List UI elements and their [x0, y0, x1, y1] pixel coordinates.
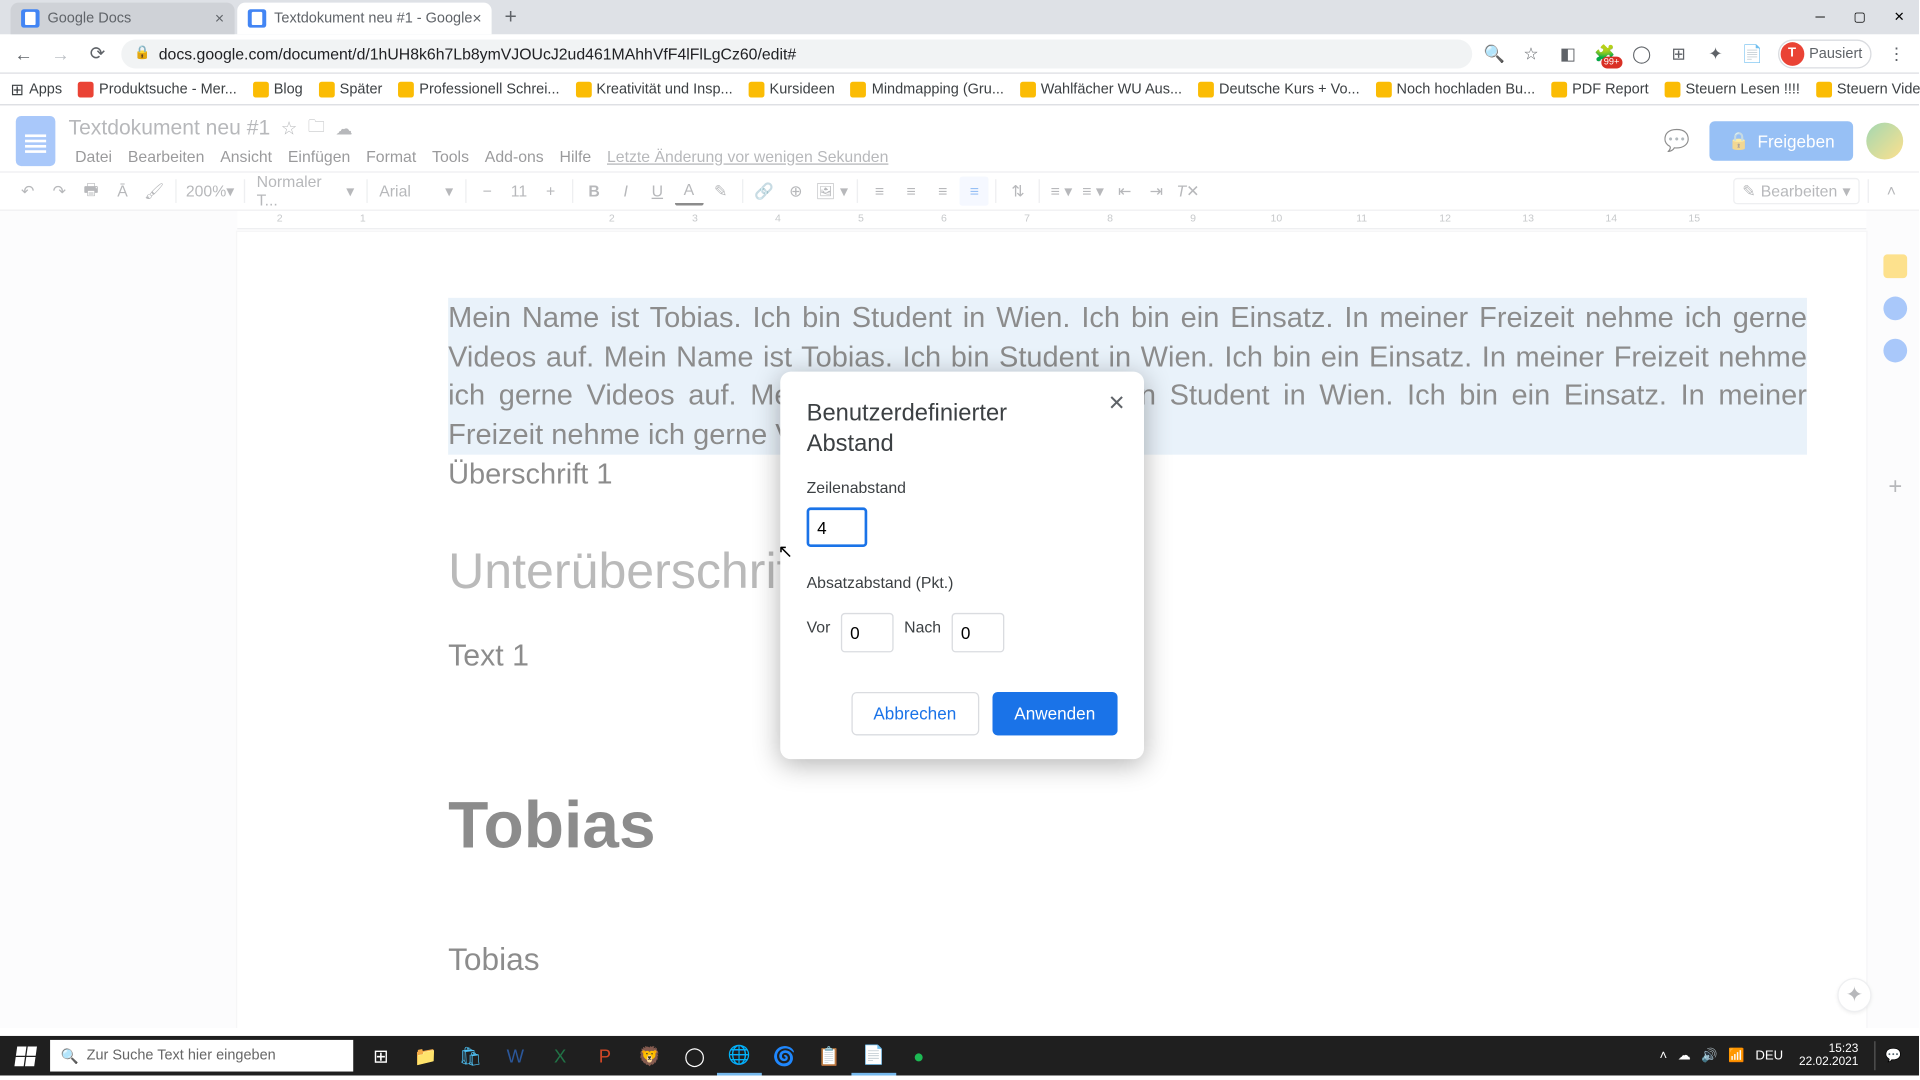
- action-center-icon[interactable]: 💬: [1874, 1041, 1911, 1070]
- bookmark-item[interactable]: Produktsuche - Mer...: [78, 81, 237, 97]
- address-bar: ← → ⟳ 🔒 docs.google.com/document/d/1hUH8…: [0, 34, 1919, 74]
- bookmark-item[interactable]: Später: [319, 81, 383, 97]
- word-icon[interactable]: W: [493, 1036, 538, 1076]
- bookmark-item[interactable]: Deutsche Kurs + Vo...: [1198, 81, 1360, 97]
- forward-button[interactable]: →: [47, 40, 73, 66]
- bookmark-item[interactable]: Mindmapping (Gru...: [851, 81, 1004, 97]
- browser-tabstrip: Google Docs × Textdokument neu #1 - Goog…: [0, 0, 1919, 34]
- after-label: Nach: [904, 618, 941, 636]
- close-icon[interactable]: ×: [215, 9, 224, 27]
- extensions-menu-icon[interactable]: ✦: [1704, 42, 1728, 66]
- spacing-before-input[interactable]: [841, 613, 894, 653]
- close-window-button[interactable]: ✕: [1879, 0, 1919, 34]
- zoom-indicator-icon[interactable]: 🔍: [1482, 42, 1506, 66]
- apply-button[interactable]: Anwenden: [992, 692, 1118, 735]
- lock-icon: 🔒: [134, 46, 150, 60]
- tab-title: Textdokument neu #1 - Google: [274, 11, 472, 27]
- paragraph-spacing-label: Absatzabstand (Pkt.): [807, 573, 1118, 591]
- cancel-button[interactable]: Abbrechen: [851, 692, 979, 735]
- app-icon[interactable]: 🛍: [448, 1036, 493, 1076]
- bookmark-item[interactable]: Kreativität und Insp...: [575, 81, 732, 97]
- bookmark-item[interactable]: Blog: [253, 81, 303, 97]
- new-tab-button[interactable]: +: [495, 3, 527, 35]
- search-placeholder: Zur Suche Text hier eingeben: [87, 1048, 276, 1064]
- star-icon[interactable]: ☆: [1519, 42, 1543, 66]
- url-input[interactable]: 🔒 docs.google.com/document/d/1hUH8k6h7Lb…: [121, 39, 1471, 68]
- excel-icon[interactable]: X: [538, 1036, 583, 1076]
- task-view-icon[interactable]: ⊞: [358, 1036, 403, 1076]
- language-indicator[interactable]: DEU: [1755, 1048, 1783, 1062]
- profile-status: Pausiert: [1809, 45, 1862, 61]
- app-icon[interactable]: 📋: [807, 1036, 852, 1076]
- window-controls: ─ ▢ ✕: [1800, 0, 1919, 34]
- line-spacing-label: Zeilenabstand: [807, 478, 1118, 496]
- bookmark-item[interactable]: Steuern Lesen !!!!: [1664, 81, 1800, 97]
- extension-icon[interactable]: 🧩99+: [1593, 42, 1617, 66]
- edge-icon[interactable]: 🌀: [762, 1036, 807, 1076]
- clock[interactable]: 15:23 22.02.2021: [1794, 1043, 1864, 1069]
- back-button[interactable]: ←: [11, 40, 37, 66]
- powerpoint-icon[interactable]: P: [583, 1036, 628, 1076]
- taskbar-search[interactable]: 🔍 Zur Suche Text hier eingeben: [50, 1040, 353, 1072]
- before-label: Vor: [807, 618, 831, 636]
- wifi-icon[interactable]: 📶: [1728, 1048, 1744, 1062]
- close-icon[interactable]: ×: [472, 9, 481, 27]
- minimize-button[interactable]: ─: [1800, 0, 1840, 34]
- close-icon[interactable]: ✕: [1108, 390, 1126, 416]
- app-icon[interactable]: ◯: [672, 1036, 717, 1076]
- app-icon[interactable]: 🦁: [627, 1036, 672, 1076]
- profile-chip[interactable]: T Pausiert: [1778, 39, 1872, 68]
- search-icon: 🔍: [61, 1047, 79, 1064]
- line-spacing-input[interactable]: [807, 507, 868, 547]
- spacing-after-input[interactable]: [952, 613, 1005, 653]
- avatar-icon: T: [1780, 42, 1804, 66]
- bookmark-item[interactable]: Noch hochladen Bu...: [1375, 81, 1535, 97]
- volume-icon[interactable]: 🔊: [1701, 1048, 1717, 1062]
- chrome-icon[interactable]: 🌐: [717, 1036, 762, 1076]
- bookmark-item[interactable]: PDF Report: [1551, 81, 1649, 97]
- system-tray: ˄ ☁ 🔊 📶 DEU 15:23 22.02.2021 💬: [1652, 1041, 1919, 1070]
- browser-tab-active[interactable]: Textdokument neu #1 - Google ×: [237, 3, 492, 35]
- tab-title: Google Docs: [47, 11, 131, 27]
- tray-chevron-icon[interactable]: ˄: [1659, 1048, 1667, 1062]
- start-button[interactable]: [0, 1036, 50, 1076]
- file-explorer-icon[interactable]: 📁: [403, 1036, 448, 1076]
- reload-button[interactable]: ⟳: [84, 40, 110, 66]
- extension-icon[interactable]: ◧: [1556, 42, 1580, 66]
- docs-favicon: [21, 9, 39, 27]
- apps-label: Apps: [29, 81, 62, 97]
- menu-icon[interactable]: ⋮: [1885, 42, 1909, 66]
- bookmarks-bar: ⊞Apps Produktsuche - Mer... Blog Später …: [0, 74, 1919, 106]
- extension-icon[interactable]: ⊞: [1667, 42, 1691, 66]
- extension-icon[interactable]: ◯: [1630, 42, 1654, 66]
- dialog-title: Benutzerdefinierter Abstand: [807, 398, 1118, 457]
- bookmark-item[interactable]: Kursideen: [748, 81, 834, 97]
- url-text: docs.google.com/document/d/1hUH8k6h7Lb8y…: [159, 44, 796, 62]
- browser-tab[interactable]: Google Docs ×: [11, 3, 235, 35]
- bookmark-item[interactable]: Steuern Videos wic...: [1816, 81, 1920, 97]
- bookmark-item[interactable]: Professionell Schrei...: [398, 81, 559, 97]
- reading-list-icon[interactable]: 📄: [1741, 42, 1765, 66]
- spotify-icon[interactable]: ●: [896, 1036, 941, 1076]
- custom-spacing-dialog: ✕ Benutzerdefinierter Abstand Zeilenabst…: [780, 372, 1144, 759]
- onedrive-icon[interactable]: ☁: [1678, 1048, 1691, 1062]
- docs-favicon: [248, 9, 266, 27]
- notepad-icon[interactable]: 📄: [851, 1036, 896, 1076]
- maximize-button[interactable]: ▢: [1840, 0, 1880, 34]
- bookmark-item[interactable]: Wahlfächer WU Aus...: [1020, 81, 1182, 97]
- windows-taskbar: 🔍 Zur Suche Text hier eingeben ⊞ 📁 🛍 W X…: [0, 1036, 1919, 1076]
- apps-shortcut[interactable]: ⊞Apps: [11, 80, 63, 98]
